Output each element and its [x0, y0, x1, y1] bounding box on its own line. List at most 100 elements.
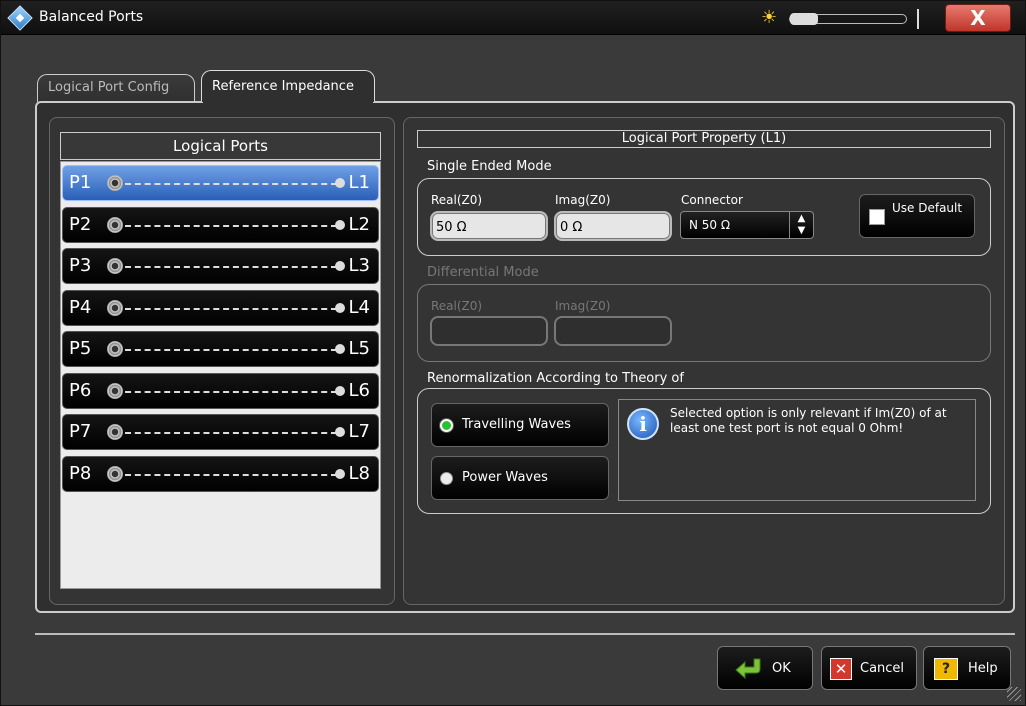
port-link-line	[125, 183, 337, 185]
single-real-z0-input[interactable]: 50 Ω	[430, 211, 548, 241]
radio-unchecked-indicator	[440, 472, 453, 485]
title-separator	[917, 9, 919, 29]
port-row[interactable]: P7 L7	[62, 414, 379, 450]
port-row[interactable]: P2 L2	[62, 207, 379, 243]
logical-port-label: L7	[348, 421, 370, 442]
app-logo-icon	[7, 5, 33, 31]
port-link-line	[125, 225, 337, 227]
port-row[interactable]: P8 L8	[62, 456, 379, 492]
help-button[interactable]: ? Help	[923, 646, 1011, 690]
port-link-dot	[335, 469, 345, 479]
logical-port-label: L2	[348, 214, 370, 235]
port-row[interactable]: P3 L3	[62, 248, 379, 284]
logical-port-label: L1	[348, 172, 370, 193]
bottom-separator	[35, 633, 1015, 635]
use-default-button[interactable]: Use Default	[859, 194, 975, 238]
port-link-dot	[335, 386, 345, 396]
port-link-line	[125, 391, 337, 393]
slider-thumb[interactable]	[790, 13, 818, 25]
logical-port-label: L3	[348, 255, 370, 276]
info-text: Selected option is only relevant if Im(Z…	[670, 406, 947, 435]
single-imag-z0-label: Imag(Z0)	[555, 193, 611, 207]
radio-checked-indicator	[440, 419, 453, 432]
connector-icon	[107, 341, 123, 357]
power-waves-label: Power Waves	[462, 470, 548, 485]
physical-port-label: P7	[69, 421, 92, 442]
port-link-dot	[335, 427, 345, 437]
ok-button[interactable]: OK	[717, 646, 813, 690]
port-link-line	[125, 266, 337, 268]
physical-port-label: P6	[69, 380, 92, 401]
connector-icon	[107, 424, 123, 440]
balanced-ports-dialog: Balanced Ports ☀ X Logical Port Config R…	[0, 0, 1026, 706]
port-link-dot	[335, 178, 345, 188]
connector-select[interactable]: N 50 Ω ▲ ▼	[680, 211, 814, 239]
logical-port-property-header: Logical Port Property (L1)	[417, 130, 991, 148]
diff-real-z0-input	[430, 316, 548, 346]
port-row[interactable]: P5 L5	[62, 331, 379, 367]
single-real-z0-label: Real(Z0)	[431, 193, 483, 207]
port-row[interactable]: P6 L6	[62, 373, 379, 409]
travelling-waves-radio[interactable]: Travelling Waves	[431, 403, 609, 447]
port-link-line	[125, 474, 337, 476]
port-row[interactable]: P1 L1	[62, 165, 379, 201]
logical-port-label: L6	[348, 380, 370, 401]
connector-icon	[107, 258, 123, 274]
window-title: Balanced Ports	[39, 9, 144, 25]
close-button[interactable]: X	[945, 4, 1011, 32]
connector-label: Connector	[681, 193, 743, 207]
sun-icon: ☀	[761, 7, 778, 28]
renormalization-title: Renormalization According to Theory of	[427, 371, 684, 386]
cancel-label: Cancel	[860, 661, 905, 676]
physical-port-label: P8	[69, 463, 92, 484]
up-down-arrows-icon: ▲ ▼	[789, 212, 813, 238]
use-default-label: Use Default	[892, 201, 963, 215]
logical-port-label: L5	[348, 338, 370, 359]
use-default-checkbox[interactable]	[869, 209, 885, 225]
port-link-line	[125, 308, 337, 310]
connector-icon	[107, 175, 123, 191]
ok-arrow-icon	[735, 658, 761, 679]
connector-icon	[107, 383, 123, 399]
active-tab-join	[203, 100, 373, 104]
physical-port-label: P4	[69, 297, 92, 318]
help-label: Help	[968, 661, 998, 676]
connector-select-value: N 50 Ω	[689, 218, 731, 232]
port-link-dot	[335, 220, 345, 230]
port-link-line	[125, 349, 337, 351]
port-row[interactable]: P4 L4	[62, 290, 379, 326]
logical-ports-header: Logical Ports	[60, 132, 381, 160]
help-question-icon: ?	[934, 658, 958, 680]
resize-grip[interactable]	[1007, 687, 1021, 701]
single-imag-z0-input[interactable]: 0 Ω	[554, 211, 672, 241]
info-box: i Selected option is only relevant if Im…	[618, 399, 976, 501]
connector-icon	[107, 466, 123, 482]
logical-port-label: L8	[348, 463, 370, 484]
transparency-slider[interactable]	[789, 13, 907, 25]
diff-imag-z0-input	[554, 316, 672, 346]
physical-port-label: P1	[69, 172, 92, 193]
single-ended-mode-title: Single Ended Mode	[427, 159, 552, 174]
connector-icon	[107, 300, 123, 316]
diff-real-z0-label: Real(Z0)	[431, 299, 483, 313]
info-icon: i	[627, 408, 659, 440]
differential-mode-title: Differential Mode	[427, 265, 539, 280]
cancel-button[interactable]: ✕ Cancel	[821, 646, 917, 690]
physical-port-label: P5	[69, 338, 92, 359]
cancel-x-icon: ✕	[830, 658, 852, 680]
diff-imag-z0-label: Imag(Z0)	[555, 299, 611, 313]
ok-label: OK	[772, 661, 791, 676]
logical-port-label: L4	[348, 297, 370, 318]
physical-port-label: P3	[69, 255, 92, 276]
power-waves-radio[interactable]: Power Waves	[431, 456, 609, 500]
port-link-dot	[335, 261, 345, 271]
physical-port-label: P2	[69, 214, 92, 235]
tab-logical-port-config[interactable]: Logical Port Config	[37, 74, 195, 102]
tab-reference-impedance[interactable]: Reference Impedance	[201, 70, 375, 102]
port-link-dot	[335, 303, 345, 313]
travelling-waves-label: Travelling Waves	[462, 417, 571, 432]
port-link-dot	[335, 344, 345, 354]
port-link-line	[125, 432, 337, 434]
title-bar[interactable]: Balanced Ports ☀ X	[1, 1, 1025, 35]
connector-icon	[107, 217, 123, 233]
